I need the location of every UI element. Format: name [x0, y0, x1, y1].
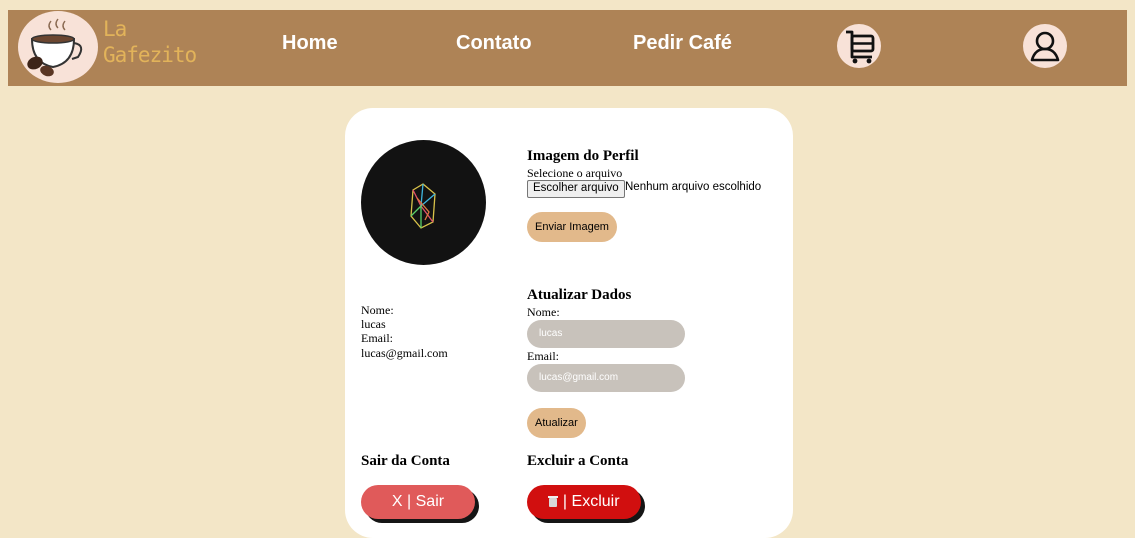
user-name-label: Nome:	[361, 303, 394, 317]
user-email-value: lucas@gmail.com	[361, 346, 448, 360]
name-input[interactable]: lucas	[527, 320, 685, 348]
update-data-heading: Atualizar Dados	[527, 287, 632, 303]
brand-name: La Gafezito	[103, 16, 197, 68]
update-button[interactable]: Atualizar	[527, 408, 586, 438]
cart-icon[interactable]	[836, 23, 882, 74]
logout-button[interactable]: X | Sair	[361, 485, 475, 519]
update-email-label: Email:	[527, 349, 559, 363]
nav-home-link[interactable]: Home	[282, 32, 338, 55]
profile-image-heading: Imagem do Perfil	[527, 148, 639, 164]
delete-account-label: | Excluir	[562, 493, 620, 510]
user-name-value: lucas	[361, 317, 386, 331]
delete-account-heading: Excluir a Conta	[527, 453, 629, 469]
select-file-label: Selecione o arquivo	[527, 166, 623, 180]
profile-avatar	[361, 140, 486, 265]
page-scrollbar[interactable]	[1128, 0, 1134, 525]
logout-heading: Sair da Conta	[361, 453, 450, 469]
brand-name-line2: Gafezito	[103, 43, 197, 67]
file-status-text: Nenhum arquivo escolhido	[625, 181, 762, 193]
coffee-cup-logo[interactable]	[18, 11, 98, 83]
user-icon[interactable]	[1022, 23, 1068, 74]
choose-file-button[interactable]: Escolher arquivo	[527, 180, 625, 198]
brand-name-line1: La	[103, 17, 127, 41]
navbar: La Gafezito Home Contato Pedir Café	[8, 10, 1127, 86]
nav-contato-link[interactable]: Contato	[456, 32, 532, 55]
crystal-avatar-image	[410, 183, 436, 229]
email-input[interactable]: lucas@gmail.com	[527, 364, 685, 392]
user-email-label: Email:	[361, 331, 393, 345]
delete-account-button[interactable]: | Excluir	[527, 485, 641, 519]
send-image-button[interactable]: Enviar Imagem	[527, 212, 617, 242]
trash-icon	[548, 496, 559, 507]
update-name-label: Nome:	[527, 305, 560, 319]
profile-card: Imagem do Perfil Selecione o arquivo Esc…	[345, 108, 793, 538]
nav-pedir-cafe-link[interactable]: Pedir Café	[633, 32, 732, 55]
